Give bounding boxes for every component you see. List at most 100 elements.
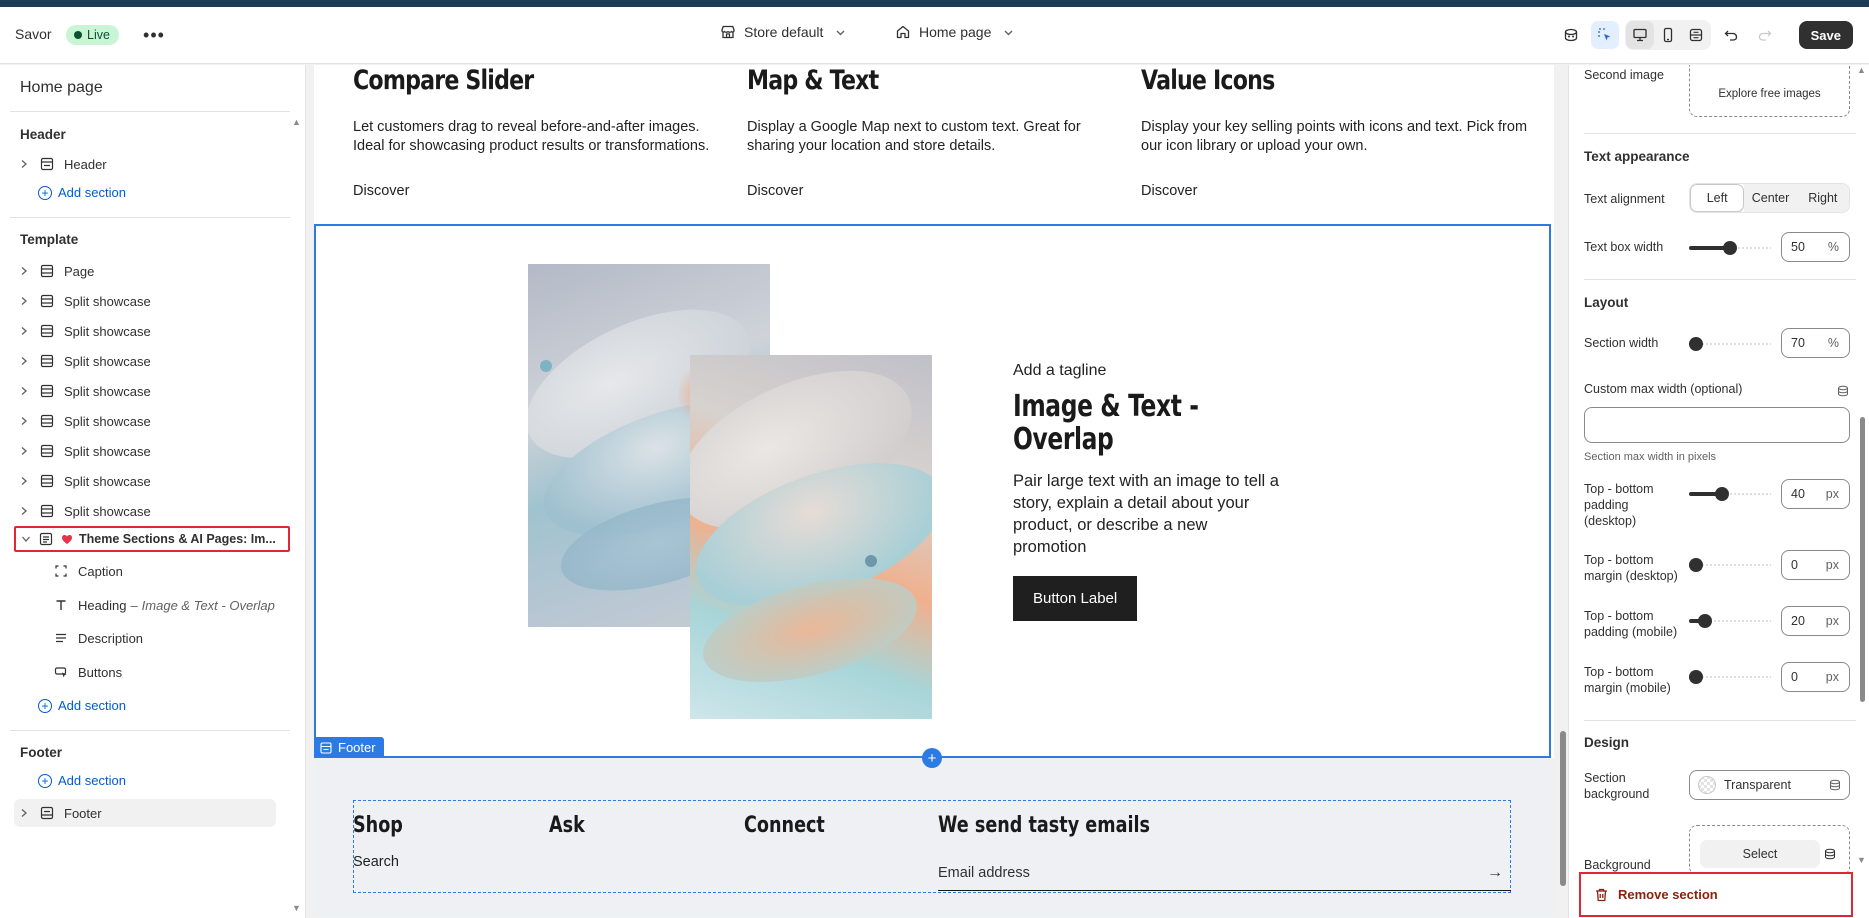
divider xyxy=(1584,720,1856,721)
section-width-input[interactable]: 70% xyxy=(1781,328,1850,358)
overlap-cta-button[interactable]: Button Label xyxy=(1013,576,1138,621)
divider xyxy=(1584,133,1856,134)
chevron-right-icon[interactable] xyxy=(20,476,34,486)
scroll-down-icon[interactable]: ▼ xyxy=(292,903,301,913)
block-description[interactable]: Description xyxy=(54,627,143,649)
align-right-option[interactable]: Right xyxy=(1796,184,1849,212)
undo-icon[interactable] xyxy=(1717,21,1745,49)
sidebar-item-template[interactable]: Split showcase xyxy=(20,290,151,312)
save-button[interactable]: Save xyxy=(1798,21,1853,49)
separator: – xyxy=(130,597,138,613)
sidebar-item-template[interactable]: Split showcase xyxy=(20,380,151,402)
add-section-header[interactable]: + Add section xyxy=(38,185,126,200)
text-box-width-label: Text box width xyxy=(1584,240,1664,254)
overlap-tagline[interactable]: Add a tagline xyxy=(1013,362,1106,380)
section-width-slider[interactable] xyxy=(1689,336,1771,352)
store-selector[interactable]: Store default xyxy=(720,24,846,40)
overlap-image-second[interactable] xyxy=(690,355,932,719)
explore-free-images-link[interactable]: Explore free images xyxy=(1689,88,1850,100)
scroll-up-icon[interactable]: ▲ xyxy=(292,117,301,127)
block-heading[interactable]: Heading – Image & Text - Overlap xyxy=(54,594,275,616)
chevron-right-icon[interactable] xyxy=(20,266,34,276)
sidebar-item-template[interactable]: Split showcase xyxy=(20,500,151,522)
canvas-scrollbar[interactable] xyxy=(1560,71,1566,917)
footer-link-search[interactable]: Search xyxy=(353,854,399,870)
sidebar-item-template[interactable]: Split showcase xyxy=(20,410,151,432)
margin-desktop-input[interactable]: 0 px xyxy=(1781,550,1850,580)
email-placeholder: Email address xyxy=(938,864,1030,881)
database-icon[interactable] xyxy=(1829,779,1841,791)
divider xyxy=(10,217,290,218)
sidebar-item-template[interactable]: Split showcase xyxy=(20,320,151,342)
custom-max-width-input[interactable] xyxy=(1584,407,1850,443)
sidebar-item-header[interactable]: Header xyxy=(20,153,107,175)
text-icon xyxy=(54,598,74,612)
pad-desktop-slider[interactable] xyxy=(1689,486,1771,502)
settings-scrollbar[interactable] xyxy=(1859,72,1866,912)
database-icon[interactable] xyxy=(1837,385,1849,397)
text-appearance-title: Text appearance xyxy=(1584,149,1690,164)
chevron-down-icon[interactable] xyxy=(21,535,31,543)
insert-section-button[interactable]: + xyxy=(922,748,942,768)
remove-section-button[interactable]: Remove section xyxy=(1579,872,1853,917)
store-name[interactable]: Savor xyxy=(15,26,52,42)
feature-link[interactable]: Discover xyxy=(747,183,803,199)
design-title: Design xyxy=(1584,735,1630,750)
footer-section-tag[interactable]: Footer xyxy=(314,737,384,758)
add-section-footer[interactable]: + Add section xyxy=(38,773,126,788)
redo-icon[interactable] xyxy=(1751,21,1779,49)
pad-mobile-input[interactable]: 20 px xyxy=(1781,606,1850,636)
text-box-width-slider[interactable] xyxy=(1689,240,1771,256)
chevron-right-icon[interactable] xyxy=(20,506,34,516)
chevron-right-icon[interactable] xyxy=(20,808,34,818)
sidebar-item-template[interactable]: Page xyxy=(20,260,94,282)
margin-mobile-input[interactable]: 0 px xyxy=(1781,662,1850,692)
page-selector[interactable]: Home page xyxy=(895,24,1014,40)
chevron-right-icon[interactable] xyxy=(20,446,34,456)
select-cursor-icon[interactable] xyxy=(1590,21,1619,49)
text-alignment-control: Left Center Right xyxy=(1689,183,1850,213)
more-actions-button[interactable]: ••• xyxy=(140,21,168,49)
desktop-icon[interactable] xyxy=(1625,21,1654,49)
align-left-option[interactable]: Left xyxy=(1690,184,1745,212)
selected-section-outline[interactable] xyxy=(314,224,1551,758)
fullscreen-icon[interactable] xyxy=(1682,21,1710,49)
chevron-right-icon[interactable] xyxy=(20,356,34,366)
chevron-right-icon[interactable] xyxy=(20,296,34,306)
preview-canvas: Compare Slider Let customers drag to rev… xyxy=(314,65,1554,915)
group-footer-title: Footer xyxy=(20,745,62,760)
mobile-icon[interactable] xyxy=(1654,21,1682,49)
newsletter-email-input[interactable]: Email address → xyxy=(938,855,1511,891)
feature-link[interactable]: Discover xyxy=(353,183,409,199)
sidebar-item-theme-sections[interactable]: Theme Sections & AI Pages: Im... xyxy=(14,526,290,552)
section-icon xyxy=(40,474,60,488)
arrow-right-icon[interactable]: → xyxy=(1487,864,1503,882)
align-center-option[interactable]: Center xyxy=(1744,184,1797,212)
pad-mobile-slider[interactable] xyxy=(1689,613,1771,629)
sidebar-item-template[interactable]: Split showcase xyxy=(20,440,151,462)
pad-desktop-input[interactable]: 40 px xyxy=(1781,479,1850,509)
margin-desktop-slider[interactable] xyxy=(1689,557,1771,573)
divider xyxy=(10,730,290,731)
section-background-picker[interactable]: Transparent xyxy=(1689,770,1850,800)
background-label: Background xyxy=(1584,858,1651,872)
margin-mobile-slider[interactable] xyxy=(1689,669,1771,685)
database-icon[interactable] xyxy=(1824,848,1836,860)
sidebar-item-template[interactable]: Split showcase xyxy=(20,470,151,492)
chevron-right-icon[interactable] xyxy=(20,386,34,396)
theme-icon[interactable] xyxy=(1557,21,1585,49)
block-buttons[interactable]: Buttons xyxy=(54,661,122,683)
overlap-description[interactable]: Pair large text with an image to tell a … xyxy=(1013,470,1283,558)
sidebar-item-label: Split showcase xyxy=(64,323,151,339)
overlap-heading[interactable]: Image & Text - Overlap xyxy=(1013,390,1247,456)
add-section-template[interactable]: + Add section xyxy=(38,698,126,713)
select-background-button[interactable]: Select xyxy=(1700,840,1835,868)
block-caption[interactable]: Caption xyxy=(54,560,123,582)
chevron-right-icon[interactable] xyxy=(20,326,34,336)
text-box-width-input[interactable]: 50% xyxy=(1781,232,1850,262)
chevron-right-icon[interactable] xyxy=(20,159,34,169)
feature-link[interactable]: Discover xyxy=(1141,183,1197,199)
sidebar-item-template[interactable]: Split showcase xyxy=(20,350,151,372)
chevron-right-icon[interactable] xyxy=(20,416,34,426)
sidebar-item-footer[interactable]: Footer xyxy=(20,802,102,824)
